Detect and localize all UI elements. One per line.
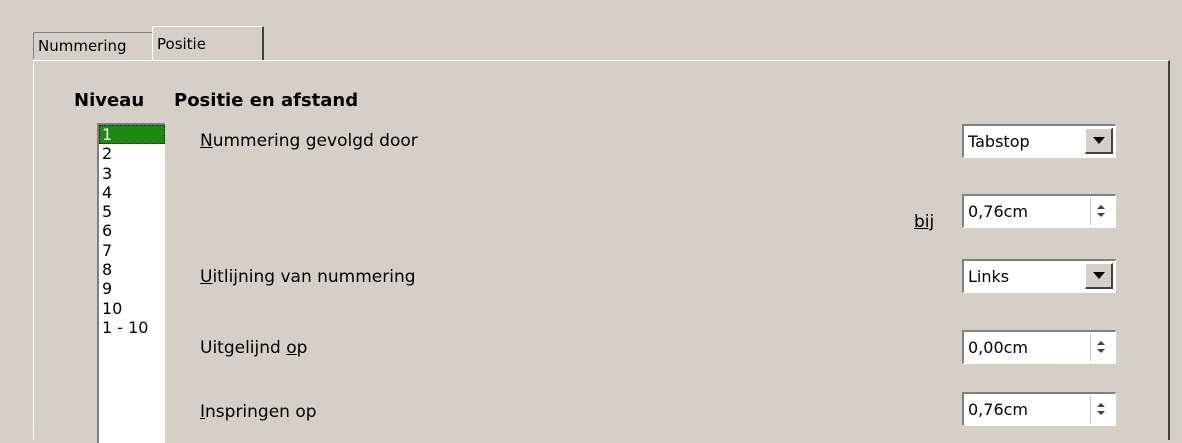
alignment-dropdown[interactable]: Links	[962, 259, 1116, 293]
level-item[interactable]: 1	[99, 125, 165, 145]
chevron-down-icon[interactable]	[1085, 263, 1113, 289]
level-item[interactable]: 4	[99, 183, 165, 202]
aligned-at-label: Uitgelijnd op	[200, 338, 308, 358]
indent-at-value: 0,76cm	[968, 400, 1029, 419]
at-label: bij	[914, 212, 935, 232]
spin-down-icon[interactable]	[1097, 213, 1105, 217]
tab-positie[interactable]: Positie	[152, 26, 264, 60]
indent-at-spinfield[interactable]: 0,76cm	[962, 392, 1116, 426]
level-item[interactable]: 2	[99, 144, 165, 163]
numbering-followed-by-label: Nummering gevolgd door	[200, 131, 418, 151]
alignment-value: Links	[968, 267, 1010, 286]
numbering-followed-by-dropdown[interactable]: Tabstop	[962, 124, 1116, 158]
aligned-at-value: 0,00cm	[968, 338, 1029, 357]
level-item[interactable]: 1 - 10	[99, 318, 165, 337]
level-item[interactable]: 9	[99, 279, 165, 298]
level-item[interactable]: 5	[99, 202, 165, 221]
level-heading: Niveau	[74, 90, 145, 111]
at-value: 0,76cm	[968, 202, 1029, 221]
level-listbox[interactable]: 1 2 3 4 5 6 7 8 9 10 1 - 10	[97, 123, 165, 443]
tab-nummering[interactable]: Nummering	[33, 32, 153, 59]
spin-buttons[interactable]	[1090, 396, 1113, 423]
indent-at-label: Inspringen op	[200, 402, 317, 422]
level-item[interactable]: 10	[99, 299, 165, 318]
spin-buttons[interactable]	[1090, 334, 1113, 361]
chevron-down-icon[interactable]	[1085, 128, 1113, 154]
spin-down-icon[interactable]	[1097, 349, 1105, 353]
tab-panel	[33, 60, 1170, 440]
spin-down-icon[interactable]	[1097, 411, 1105, 415]
spin-buttons[interactable]	[1090, 198, 1113, 225]
alignment-label: Uitlijning van nummering	[200, 267, 416, 287]
at-spinfield[interactable]: 0,76cm	[962, 194, 1116, 228]
level-item[interactable]: 8	[99, 260, 165, 279]
spin-up-icon[interactable]	[1097, 403, 1105, 407]
spin-up-icon[interactable]	[1097, 341, 1105, 345]
spin-up-icon[interactable]	[1097, 205, 1105, 209]
aligned-at-spinfield[interactable]: 0,00cm	[962, 330, 1116, 364]
position-heading: Positie en afstand	[174, 90, 359, 111]
level-item[interactable]: 6	[99, 221, 165, 240]
numbering-followed-by-value: Tabstop	[968, 132, 1030, 151]
level-item[interactable]: 7	[99, 241, 165, 260]
level-item[interactable]: 3	[99, 164, 165, 183]
